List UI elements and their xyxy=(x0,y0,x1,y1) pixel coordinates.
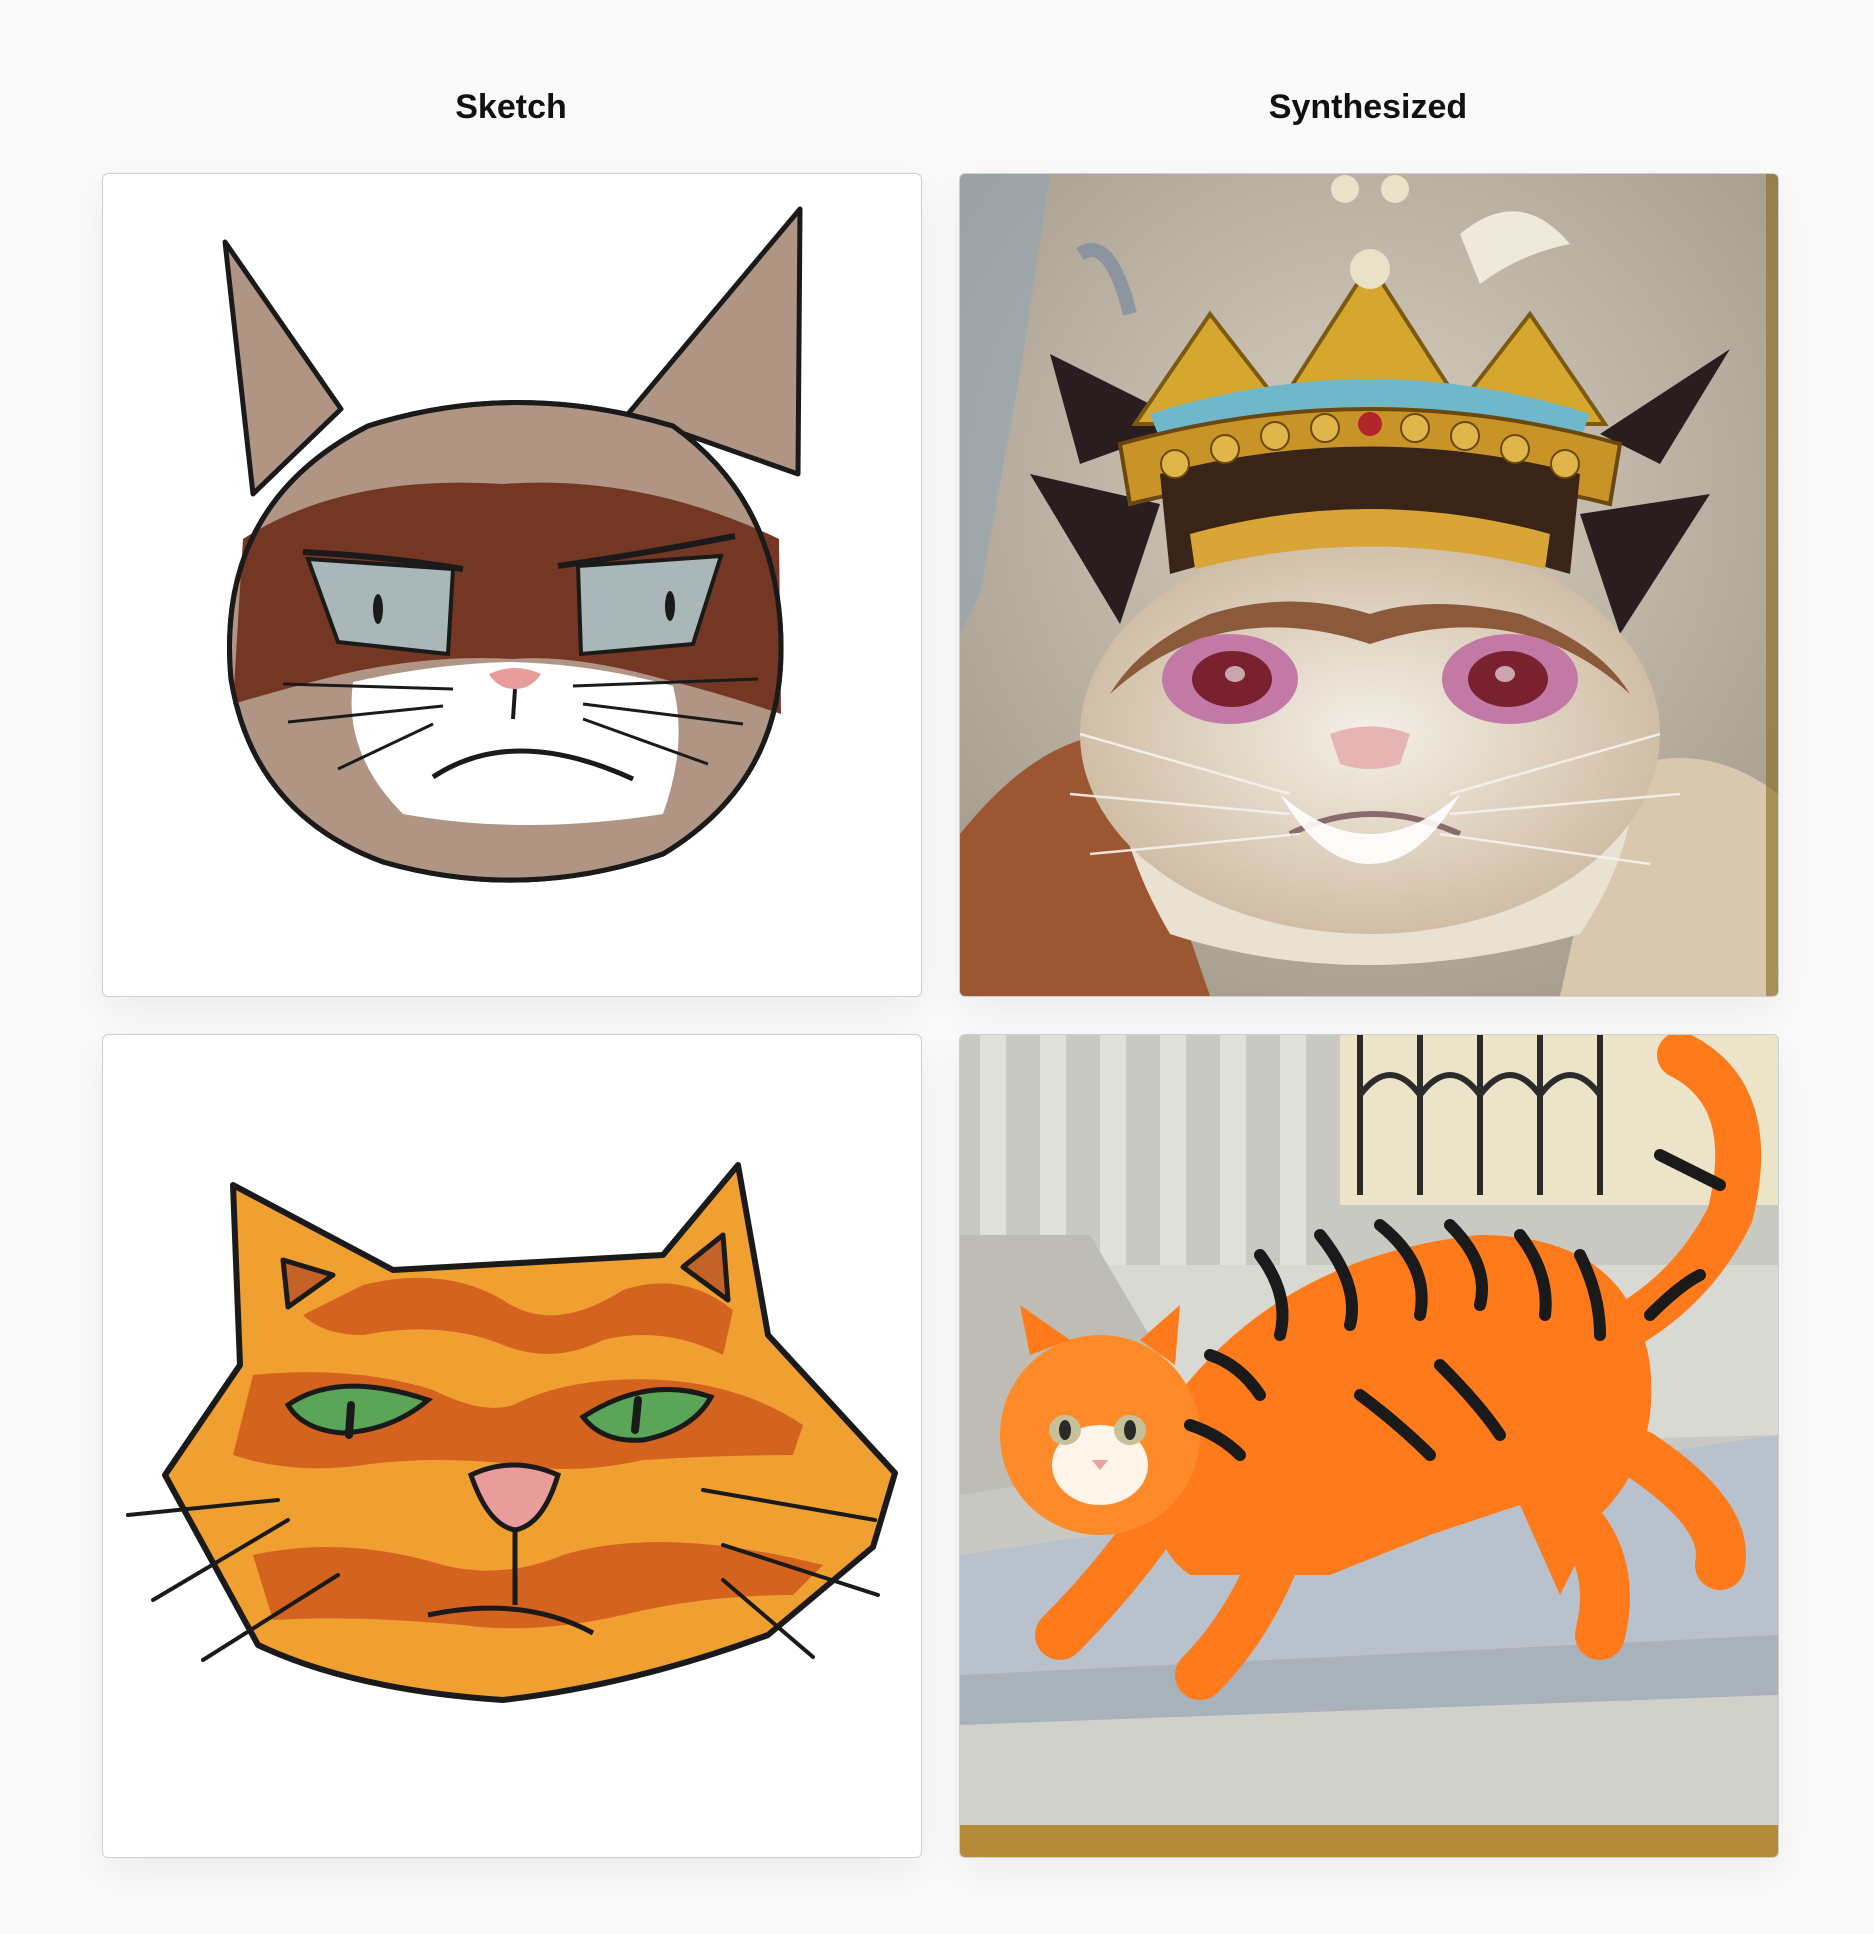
synthesized-panel-2[interactable] xyxy=(959,1034,1779,1858)
sketch-panel-1[interactable] xyxy=(102,173,922,997)
orange-tiger-cat-painting-icon xyxy=(960,1035,1778,1857)
synthesized-column-header: Synthesized xyxy=(1268,88,1468,126)
synthesized-panel-1[interactable] xyxy=(959,173,1779,997)
crowned-grumpy-cat-painting-icon xyxy=(960,174,1778,996)
sketch-panel-2[interactable] xyxy=(102,1034,922,1858)
sketch-column-header: Sketch xyxy=(455,88,567,126)
orange-tabby-cat-sketch-icon xyxy=(126,1162,898,1703)
grumpy-cat-sketch-icon xyxy=(222,206,803,883)
